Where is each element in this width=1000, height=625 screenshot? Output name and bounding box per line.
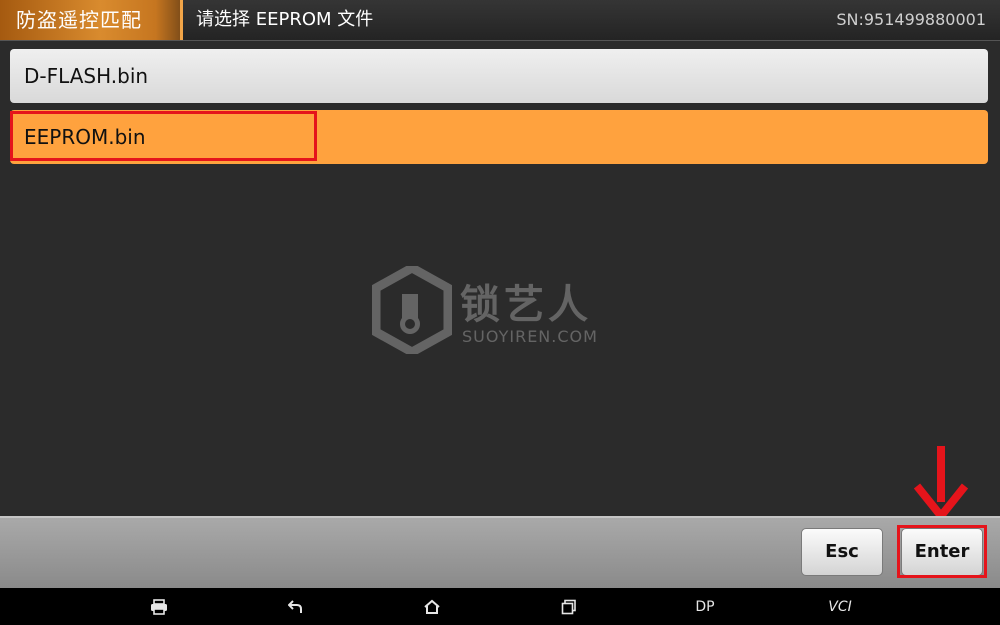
printer-icon[interactable] xyxy=(146,588,172,625)
dp-button[interactable]: DP xyxy=(688,588,722,625)
watermark: 锁艺人 SUOYIREN.COM xyxy=(372,266,632,358)
annotation-highlight-box xyxy=(10,111,317,161)
title-bar: 防盗遥控匹配 请选择 EEPROM 文件 SN:951499880001 xyxy=(0,0,1000,41)
watermark-en-text: SUOYIREN.COM xyxy=(462,327,598,346)
page-title: 请选择 EEPROM 文件 xyxy=(196,9,374,30)
file-item-d-flash[interactable]: D-FLASH.bin xyxy=(10,49,988,103)
serial-number: SN:951499880001 xyxy=(836,10,986,29)
system-nav-bar: DP VCI xyxy=(0,588,1000,625)
module-title: 防盗遥控匹配 xyxy=(0,0,183,40)
home-icon[interactable] xyxy=(419,588,445,625)
back-icon[interactable] xyxy=(283,588,309,625)
recent-apps-icon[interactable] xyxy=(556,588,582,625)
watermark-cn-text: 锁艺人 xyxy=(460,282,592,328)
annotation-enter-highlight xyxy=(897,525,987,578)
vci-button[interactable]: VCI xyxy=(822,588,858,625)
annotation-arrow-icon xyxy=(913,446,969,522)
watermark-logo-icon xyxy=(372,266,452,354)
esc-button[interactable]: Esc xyxy=(801,528,883,576)
screen: 防盗遥控匹配 请选择 EEPROM 文件 SN:951499880001 D-F… xyxy=(0,0,1000,625)
action-bar: Esc Enter xyxy=(0,516,1000,588)
